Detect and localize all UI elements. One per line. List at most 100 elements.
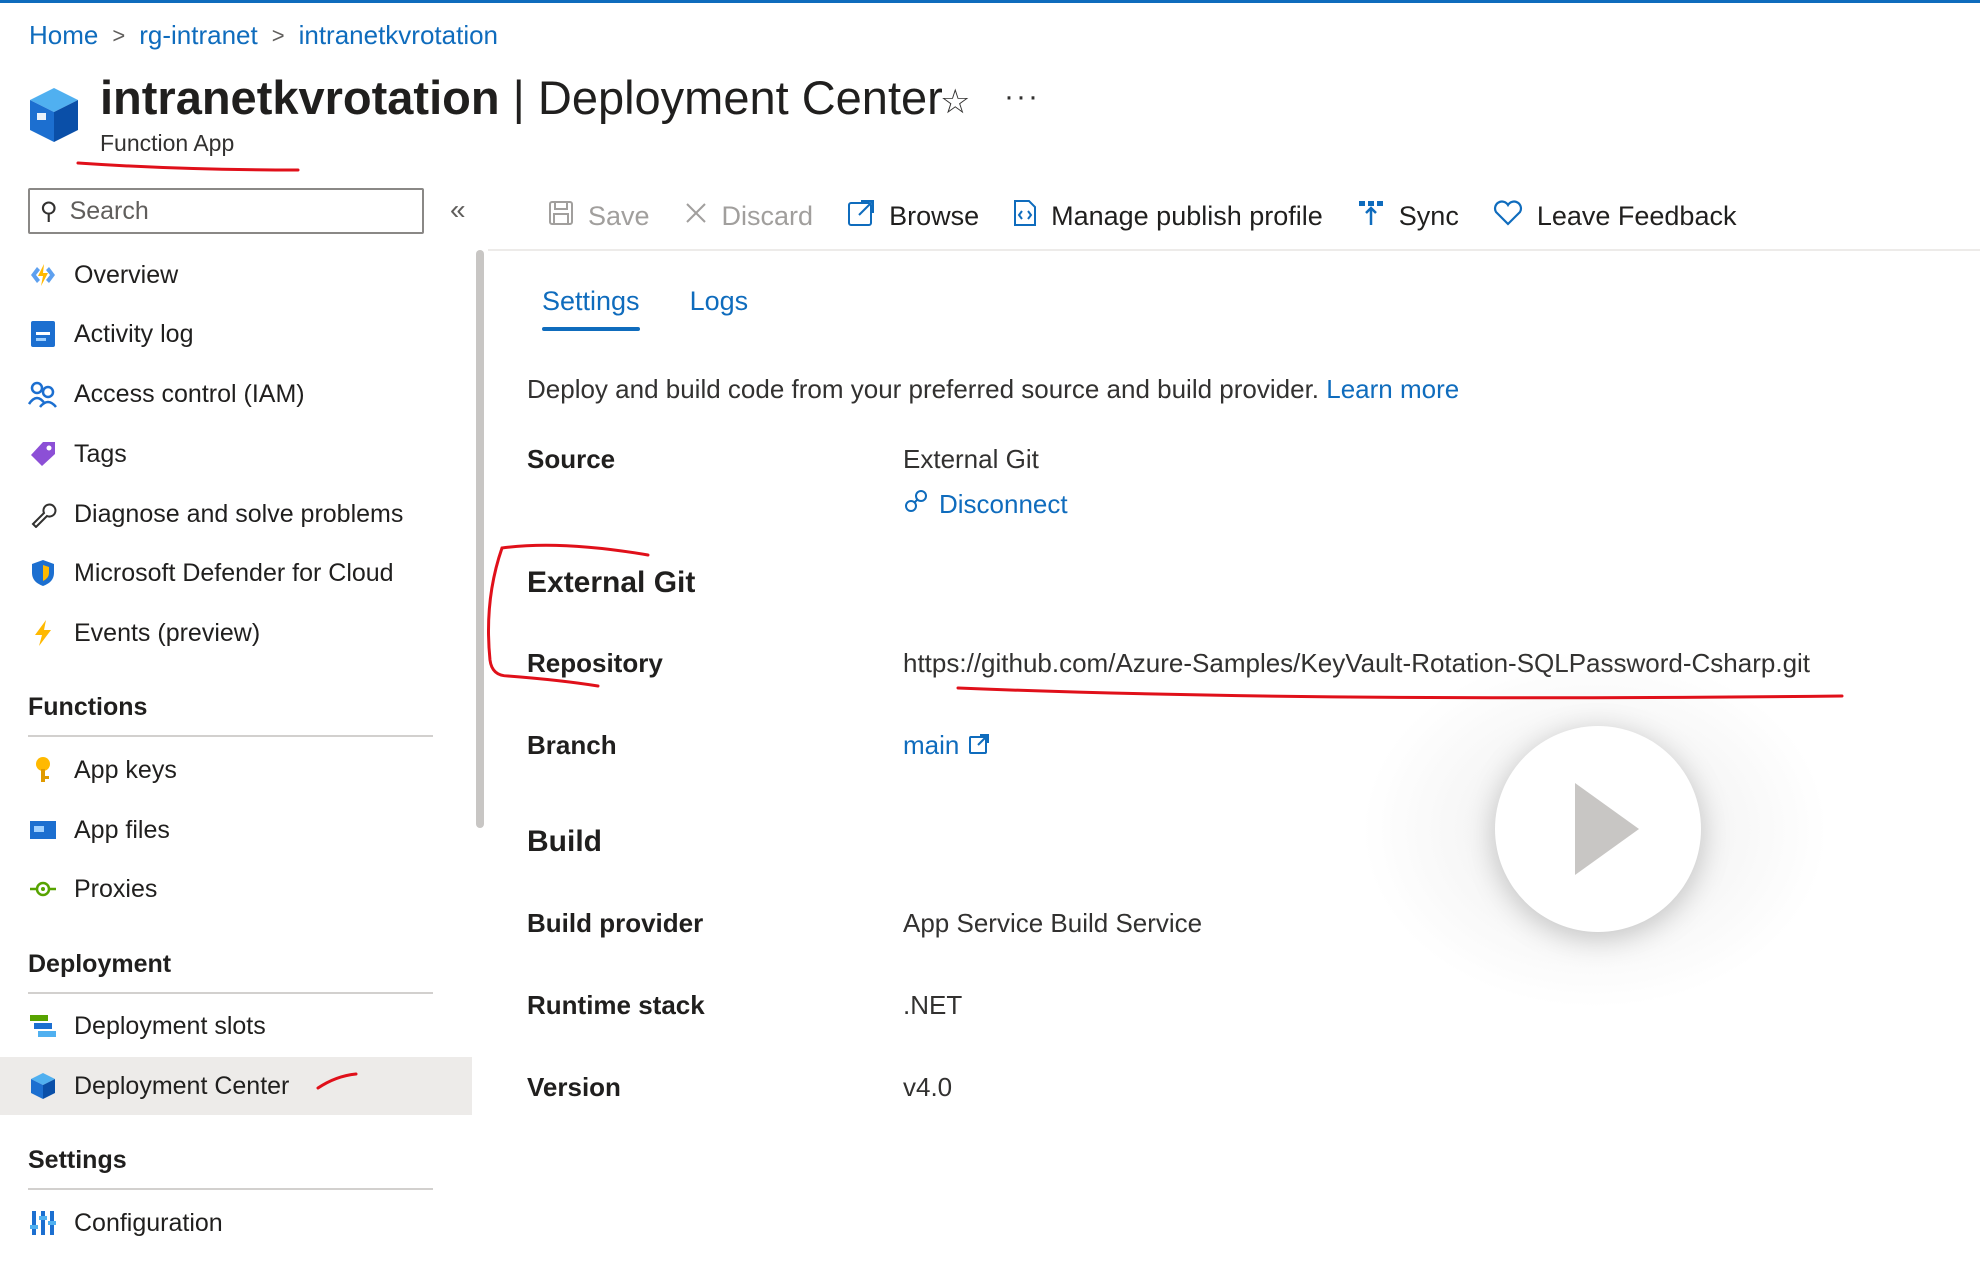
sidebar-item-label: Events (preview) (74, 618, 261, 647)
tab-logs[interactable]: Logs (690, 286, 749, 331)
proxy-icon (28, 874, 58, 904)
manage-publish-profile-button[interactable]: Manage publish profile (1013, 199, 1323, 234)
search-placeholder: Search (69, 196, 149, 225)
page-description: Deploy and build code from your preferre… (527, 374, 1459, 405)
sync-label: Sync (1398, 200, 1459, 231)
leave-feedback-label: Leave Feedback (1536, 200, 1737, 231)
section-divider (28, 992, 433, 994)
open-external-icon (847, 199, 875, 234)
breadcrumb-resource[interactable]: intranetkvrotation (299, 20, 498, 51)
more-options-icon[interactable]: ··· (1004, 80, 1040, 114)
function-app-cube-icon (30, 88, 78, 142)
learn-more-link[interactable]: Learn more (1326, 374, 1459, 404)
sidebar-search-input[interactable]: ⚲ Search (28, 188, 424, 234)
function-bolt-icon (28, 260, 58, 290)
top-accent-line (0, 0, 1980, 3)
section-settings-heading: Settings (28, 1146, 127, 1174)
discard-button[interactable]: Discard (684, 200, 814, 232)
save-icon (548, 200, 574, 233)
section-functions-heading: Functions (28, 693, 148, 721)
play-icon (1575, 783, 1639, 875)
branch-label: Branch (527, 730, 617, 760)
sidebar-item-label: Diagnose and solve problems (74, 499, 404, 528)
sidebar-item-label: Activity log (74, 319, 194, 348)
people-icon (28, 379, 58, 409)
breadcrumb-resource-group[interactable]: rg-intranet (139, 20, 258, 51)
favorite-star-icon[interactable]: ☆ (940, 82, 970, 122)
resource-type-subtitle: Function App (100, 130, 235, 156)
annotation-underline-function-app (76, 161, 300, 172)
tab-settings[interactable]: Settings (542, 286, 640, 331)
content-divider (488, 249, 1980, 251)
cube-icon (28, 1071, 58, 1101)
close-icon (684, 200, 708, 232)
open-external-icon (969, 730, 990, 761)
chevron-right-icon: > (112, 22, 126, 48)
breadcrumb-home[interactable]: Home (29, 20, 98, 51)
manage-publish-profile-label: Manage publish profile (1051, 200, 1323, 231)
sidebar: ⚲ Search « Overview Activity log Access … (0, 184, 472, 1267)
sidebar-item-tags[interactable]: Tags (0, 425, 472, 483)
sidebar-item-overview[interactable]: Overview (0, 246, 472, 304)
disconnect-icon (903, 488, 929, 521)
sidebar-item-deployment-slots[interactable]: Deployment slots (0, 997, 472, 1055)
tab-bar: Settings Logs (542, 286, 798, 331)
build-heading: Build (527, 825, 602, 858)
key-icon (28, 755, 58, 785)
leave-feedback-button[interactable]: Leave Feedback (1493, 199, 1737, 233)
command-bar: Save Discard Browse Manage publish profi… (548, 192, 1770, 240)
heart-icon (1493, 199, 1523, 233)
browse-button[interactable]: Browse (847, 199, 979, 234)
sidebar-item-access-control[interactable]: Access control (IAM) (0, 365, 472, 423)
sliders-icon (28, 1208, 58, 1238)
sidebar-item-configuration[interactable]: Configuration (0, 1194, 472, 1252)
sidebar-item-app-files[interactable]: App files (0, 801, 472, 859)
sidebar-item-label: Access control (IAM) (74, 379, 305, 408)
runtime-stack-label: Runtime stack (527, 990, 705, 1020)
search-icon: ⚲ (40, 197, 58, 225)
branch-link[interactable]: main (903, 730, 990, 761)
sidebar-item-defender[interactable]: Microsoft Defender for Cloud (0, 544, 472, 602)
sidebar-item-events[interactable]: Events (preview) (0, 604, 472, 662)
disconnect-link[interactable]: Disconnect (903, 488, 1068, 521)
collapse-sidebar-icon[interactable]: « (450, 194, 466, 226)
wrench-icon (28, 499, 58, 529)
save-label: Save (588, 200, 650, 231)
browse-label: Browse (889, 200, 980, 231)
sidebar-item-activity-log[interactable]: Activity log (0, 305, 472, 363)
sidebar-item-label: Proxies (74, 874, 158, 903)
sidebar-item-label: Tags (74, 439, 127, 468)
slots-icon (28, 1011, 58, 1041)
version-label: Version (527, 1072, 621, 1102)
page-title-blade: | Deployment Center (512, 71, 943, 124)
chevron-right-icon: > (271, 22, 285, 48)
branch-value: main (903, 730, 960, 760)
page-title-resource: intranetkvrotation (100, 71, 500, 124)
activity-log-icon (28, 319, 58, 349)
sidebar-scrollbar[interactable] (476, 250, 484, 828)
sidebar-item-deployment-center[interactable]: Deployment Center (0, 1057, 472, 1115)
external-git-heading: External Git (527, 566, 696, 599)
discard-label: Discard (721, 200, 814, 231)
shield-icon (28, 558, 58, 588)
sync-button[interactable]: Sync (1357, 199, 1459, 234)
sidebar-item-label: App keys (74, 755, 177, 784)
page-title: intranetkvrotation | Deployment Center (100, 70, 943, 125)
sync-icon (1357, 199, 1385, 234)
source-label: Source (527, 444, 616, 474)
sidebar-item-label: Overview (74, 260, 179, 289)
save-button[interactable]: Save (548, 200, 650, 233)
sidebar-item-label: Deployment Center (74, 1071, 290, 1100)
section-divider (28, 735, 433, 737)
sidebar-item-proxies[interactable]: Proxies (0, 860, 472, 918)
app-files-icon (28, 815, 58, 845)
build-provider-value: App Service Build Service (903, 908, 1203, 938)
lightning-icon (28, 618, 58, 648)
section-divider (28, 1188, 433, 1190)
sidebar-item-app-keys[interactable]: App keys (0, 741, 472, 799)
video-play-button[interactable] (1495, 726, 1701, 932)
sidebar-item-diagnose[interactable]: Diagnose and solve problems (0, 485, 472, 543)
breadcrumb: Home > rg-intranet > intranetkvrotation (29, 20, 498, 51)
sidebar-item-label: Configuration (74, 1208, 223, 1237)
runtime-stack-value: .NET (903, 990, 963, 1020)
